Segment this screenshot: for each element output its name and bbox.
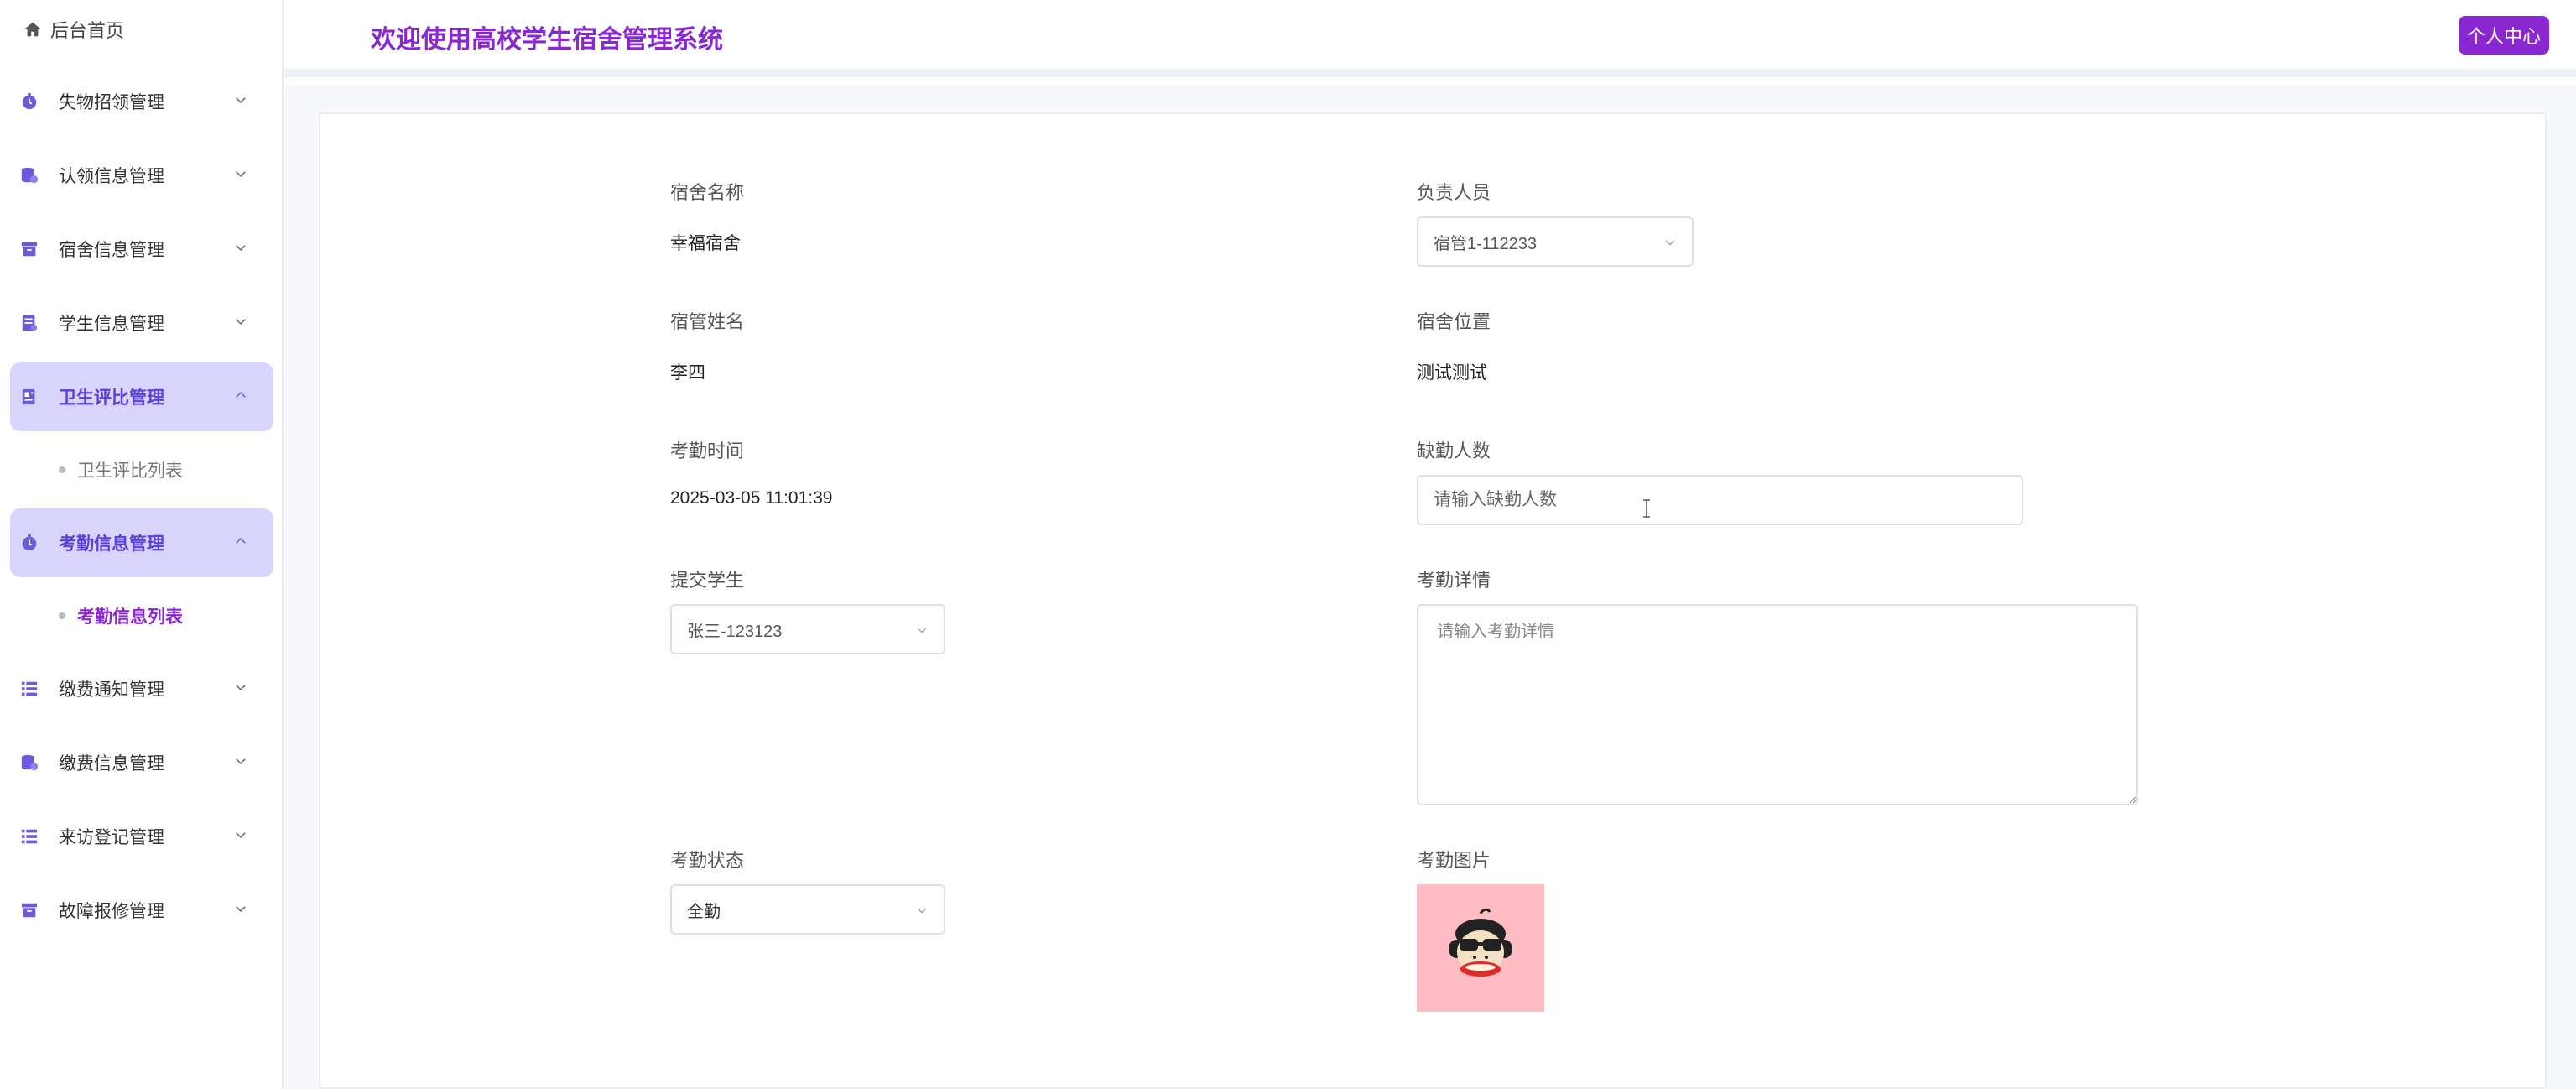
sub-item-label: 考勤信息列表 [77,607,183,627]
menu-item-visitor[interactable]: 来访登记管理 [10,802,273,871]
menu-item-label: 卫生评比管理 [59,388,164,408]
attendance-image[interactable] [1417,884,1544,1012]
submit-student-select[interactable]: 张三-123123 [670,604,945,654]
menu-item-label: 故障报修管理 [59,902,164,921]
bullet-dot [59,466,65,473]
database-icon [18,752,40,774]
archive-icon [18,238,40,260]
menu-item-label: 缴费信息管理 [59,754,164,774]
home-label: 后台首页 [50,20,125,41]
warden-name-label: 宿管姓名 [670,311,745,332]
home-link[interactable]: 后台首页 [23,15,124,44]
manager-label: 负责人员 [1417,182,1491,203]
attendance-time-label: 考勤时间 [670,440,745,461]
chevron-down-icon [236,758,246,765]
menu-item-label: 认领信息管理 [59,167,164,186]
manager-select[interactable]: 宿管1-112233 [1417,216,1694,267]
chevron-down-icon [236,319,246,326]
page-title: 欢迎使用高校学生宿舍管理系统 [371,26,723,54]
chevron-down-icon [236,171,246,178]
submit-student-select-value: 张三-123123 [687,622,783,641]
sub-item-hygiene-list[interactable]: 卫生评比列表 [10,436,273,503]
clock-icon [18,532,40,554]
document-icon [18,312,40,334]
report-icon [18,386,40,408]
menu-item-label: 失物招领管理 [59,93,164,112]
list-icon [18,678,40,700]
archive-icon [18,899,40,921]
sidebar: 后台首页 失物招领管理 认领信息管理 宿舍信息管理 学生信息管理 卫生评比管理 [0,0,284,1089]
menu-item-label: 考勤信息管理 [59,534,164,554]
manager-select-value: 宿管1-112233 [1434,234,1538,253]
database-icon [18,164,40,186]
attendance-detail-label: 考勤详情 [1417,570,1491,591]
chevron-down-icon [236,685,246,691]
chevron-down-icon [236,906,246,913]
absent-count-input[interactable] [1417,475,2023,525]
attendance-detail-textarea[interactable] [1417,604,2138,805]
chevron-down-icon [236,832,246,839]
clock-icon [18,91,40,112]
personal-center-button[interactable]: 个人中心 [2458,16,2549,55]
menu-item-label: 宿舍信息管理 [59,241,164,260]
attendance-status-label: 考勤状态 [670,850,745,871]
text-cursor-icon [1643,499,1650,518]
sidebar-menu: 失物招领管理 认领信息管理 宿舍信息管理 学生信息管理 卫生评比管理 卫生评比列… [0,67,284,950]
chevron-down-icon [917,908,927,914]
home-icon [24,22,41,37]
menu-item-lost-found[interactable]: 失物招领管理 [10,67,273,136]
chevron-down-icon [236,245,246,252]
bullet-dot [59,612,65,619]
sub-item-label: 卫生评比列表 [77,461,183,481]
chevron-up-icon [236,537,246,544]
menu-item-attendance[interactable]: 考勤信息管理 [10,508,273,577]
menu-item-hygiene[interactable]: 卫生评比管理 [10,362,273,431]
monkey-face-icon [1449,908,1512,977]
menu-item-dorm-info[interactable]: 宿舍信息管理 [10,215,273,284]
chevron-down-icon [236,97,246,104]
dorm-name-label: 宿舍名称 [670,182,745,203]
attendance-time-value: 2025-03-05 11:01:39 [670,488,833,508]
chevron-up-icon [236,391,246,398]
warden-name-value: 李四 [670,363,705,383]
top-header: 欢迎使用高校学生宿舍管理系统 个人中心 [285,0,2576,77]
chevron-down-icon [1665,240,1675,246]
location-label: 宿舍位置 [1417,311,1491,332]
submit-student-label: 提交学生 [670,570,745,591]
attendance-status-select[interactable]: 全勤 [670,884,945,935]
menu-item-label: 缴费通知管理 [59,680,164,700]
menu-item-label: 来访登记管理 [59,828,164,847]
menu-item-fee-notice[interactable]: 缴费通知管理 [10,654,273,723]
menu-item-student-info[interactable]: 学生信息管理 [10,289,273,357]
chevron-down-icon [917,628,927,633]
sub-item-attendance-list[interactable]: 考勤信息列表 [10,582,273,649]
dorm-name-value: 幸福宿舍 [670,234,741,253]
location-value: 测试测试 [1417,363,1487,383]
attendance-status-select-value: 全勤 [687,902,721,921]
absent-count-label: 缺勤人数 [1417,440,1491,461]
attendance-image-label: 考勤图片 [1417,850,1491,871]
menu-item-label: 学生信息管理 [59,315,164,334]
menu-item-claim-info[interactable]: 认领信息管理 [10,141,273,210]
menu-item-fee-info[interactable]: 缴费信息管理 [10,728,273,797]
menu-item-repair[interactable]: 故障报修管理 [10,876,273,945]
list-icon [18,826,40,847]
